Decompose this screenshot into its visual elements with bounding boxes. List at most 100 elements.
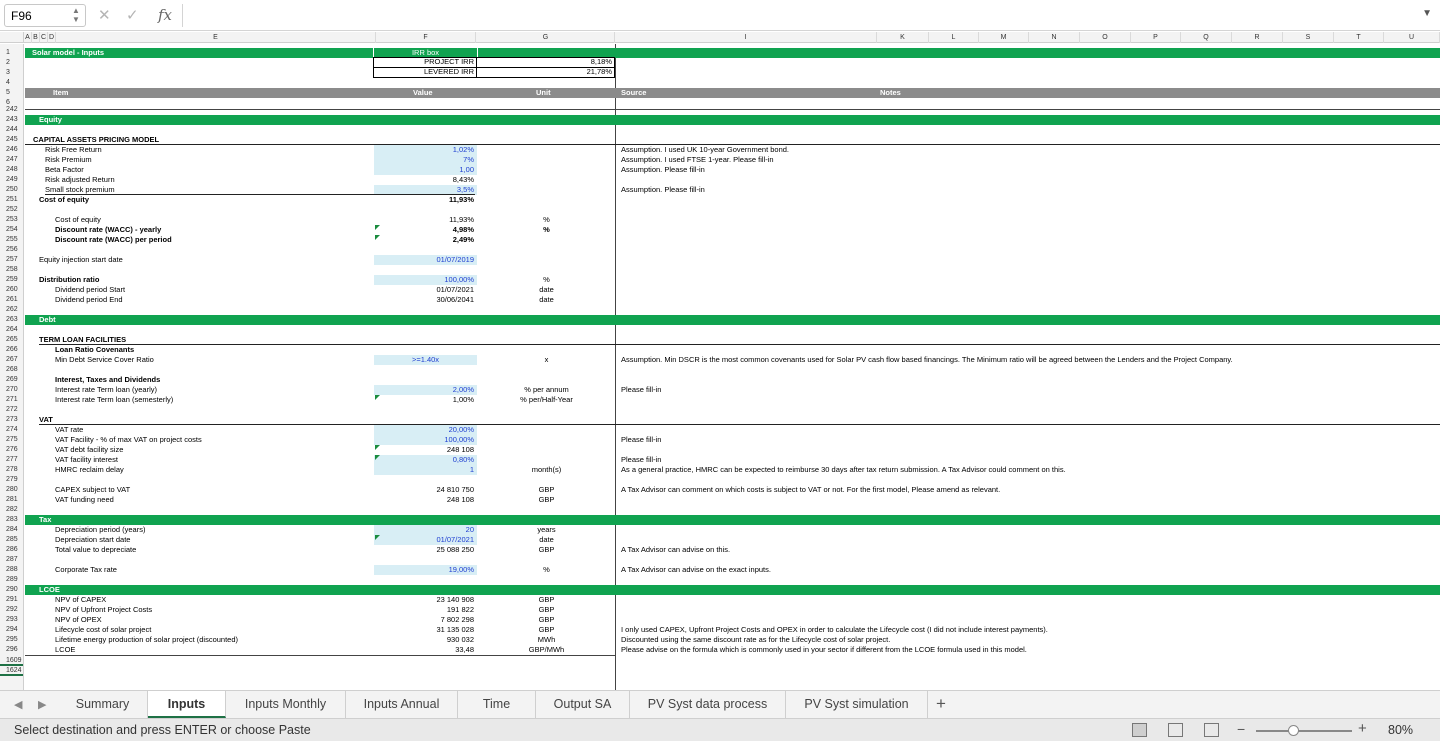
page-break-view-icon[interactable] bbox=[1204, 723, 1219, 737]
confirm-icon[interactable]: ✓ bbox=[126, 6, 139, 24]
formula-input[interactable] bbox=[182, 4, 1422, 27]
column-header-r[interactable]: R bbox=[1232, 32, 1283, 43]
column-header-i[interactable]: I bbox=[615, 32, 877, 43]
row-number[interactable]: 275 bbox=[0, 435, 23, 445]
row-number[interactable]: 1624 bbox=[0, 666, 23, 676]
row-number[interactable]: 268 bbox=[0, 365, 23, 375]
row-number[interactable]: 3 bbox=[0, 68, 23, 78]
lcoe-value[interactable]: 31 135 028 bbox=[374, 625, 474, 635]
column-header-q[interactable]: Q bbox=[1181, 32, 1232, 43]
dist-value[interactable]: 100,00% bbox=[374, 275, 474, 285]
sheet-tab[interactable]: PV Syst data process bbox=[630, 691, 786, 718]
zoom-out-button[interactable]: − bbox=[1237, 721, 1245, 737]
column-header-n[interactable]: N bbox=[1029, 32, 1080, 43]
project-irr-value[interactable]: 8,18% bbox=[478, 57, 612, 67]
row-number[interactable]: 262 bbox=[0, 305, 23, 315]
row-number[interactable]: 296 bbox=[0, 645, 23, 655]
column-header-t[interactable]: T bbox=[1334, 32, 1384, 43]
row-number[interactable]: 2 bbox=[0, 58, 23, 68]
row-number[interactable]: 253 bbox=[0, 215, 23, 225]
name-box-stepper-icon[interactable]: ▲ ▼ bbox=[72, 6, 80, 24]
row-number[interactable]: 260 bbox=[0, 285, 23, 295]
row-number[interactable]: 286 bbox=[0, 545, 23, 555]
row-number[interactable]: 261 bbox=[0, 295, 23, 305]
column-header-c[interactable]: C bbox=[40, 32, 48, 43]
row-number[interactable]: 279 bbox=[0, 475, 23, 485]
levered-irr-value[interactable]: 21,78% bbox=[478, 67, 612, 77]
lcoe-value[interactable]: 23 140 908 bbox=[374, 595, 474, 605]
lcoe-value[interactable]: 191 822 bbox=[374, 605, 474, 615]
dep-period-value[interactable]: 20 bbox=[374, 525, 474, 535]
lcoe-value[interactable]: 930 032 bbox=[374, 635, 474, 645]
row-number[interactable]: 291 bbox=[0, 595, 23, 605]
row-number[interactable]: 276 bbox=[0, 445, 23, 455]
fx-icon[interactable]: fx bbox=[158, 6, 172, 24]
zoom-level[interactable]: 80% bbox=[1388, 723, 1413, 737]
normal-view-icon[interactable] bbox=[1132, 723, 1147, 737]
row-number[interactable]: 273 bbox=[0, 415, 23, 425]
vat-funding-value[interactable]: 248 108 bbox=[374, 495, 474, 505]
row-number[interactable]: 1609 bbox=[0, 656, 23, 666]
dep-total-value[interactable]: 25 088 250 bbox=[374, 545, 474, 555]
column-header-d[interactable]: D bbox=[48, 32, 56, 43]
column-header-b[interactable]: B bbox=[32, 32, 40, 43]
chevron-down-icon[interactable]: ▼ bbox=[1422, 8, 1432, 19]
vat-value[interactable]: 0,80% bbox=[374, 455, 474, 465]
column-header-e[interactable]: E bbox=[56, 32, 376, 43]
sheet-tab[interactable]: Time bbox=[458, 691, 536, 718]
row-number[interactable]: 243 bbox=[0, 115, 23, 125]
column-header-m[interactable]: M bbox=[979, 32, 1029, 43]
row-number[interactable]: 269 bbox=[0, 375, 23, 385]
zoom-slider[interactable] bbox=[1256, 730, 1352, 732]
row-number[interactable]: 4 bbox=[0, 78, 23, 88]
row-number[interactable]: 258 bbox=[0, 265, 23, 275]
column-header-f[interactable]: F bbox=[376, 32, 476, 43]
sheet-tab[interactable]: Summary bbox=[58, 691, 148, 718]
sheet-tab[interactable]: Output SA bbox=[536, 691, 630, 718]
row-number[interactable]: 285 bbox=[0, 535, 23, 545]
vat-value[interactable]: 20,00% bbox=[374, 425, 474, 435]
row-number[interactable]: 247 bbox=[0, 155, 23, 165]
lcoe-value[interactable]: 33,48 bbox=[374, 645, 474, 655]
row-number[interactable]: 290 bbox=[0, 585, 23, 595]
row-number[interactable]: 280 bbox=[0, 485, 23, 495]
rate-yearly-value[interactable]: 2,00% bbox=[374, 385, 474, 395]
capm-value[interactable]: 7% bbox=[374, 155, 474, 165]
row-number[interactable]: 242 bbox=[0, 105, 23, 115]
select-all-corner[interactable] bbox=[0, 32, 24, 43]
row-number[interactable]: 251 bbox=[0, 195, 23, 205]
row-number[interactable]: 249 bbox=[0, 175, 23, 185]
wacc-yearly-value[interactable]: 4,98% bbox=[374, 225, 474, 235]
row-number[interactable]: 270 bbox=[0, 385, 23, 395]
row-number[interactable]: 284 bbox=[0, 525, 23, 535]
column-header-k[interactable]: K bbox=[877, 32, 929, 43]
row-number[interactable]: 254 bbox=[0, 225, 23, 235]
row-number[interactable]: 263 bbox=[0, 315, 23, 325]
row-number[interactable]: 257 bbox=[0, 255, 23, 265]
row-number[interactable]: 295 bbox=[0, 635, 23, 645]
dep-start-value[interactable]: 01/07/2021 bbox=[374, 535, 474, 545]
zoom-in-button[interactable]: + bbox=[1358, 720, 1367, 737]
sheet-tab[interactable]: Inputs Monthly bbox=[226, 691, 346, 718]
sheet-tab[interactable]: Inputs bbox=[148, 691, 226, 718]
column-header-g[interactable]: G bbox=[477, 32, 615, 43]
row-number[interactable]: 293 bbox=[0, 615, 23, 625]
row-number[interactable]: 267 bbox=[0, 355, 23, 365]
row-number[interactable]: 5 bbox=[0, 88, 23, 98]
row-number[interactable]: 244 bbox=[0, 125, 23, 135]
row-number[interactable]: 245 bbox=[0, 135, 23, 145]
zoom-slider-thumb[interactable] bbox=[1288, 725, 1299, 736]
row-number[interactable]: 259 bbox=[0, 275, 23, 285]
column-header-l[interactable]: L bbox=[929, 32, 979, 43]
column-header-a[interactable]: A bbox=[24, 32, 32, 43]
row-number[interactable]: 294 bbox=[0, 625, 23, 635]
corp-tax-value[interactable]: 19,00% bbox=[374, 565, 474, 575]
vat-capex-value[interactable]: 24 810 750 bbox=[374, 485, 474, 495]
vat-value[interactable]: 1 bbox=[374, 465, 474, 475]
vat-value[interactable]: 100,00% bbox=[374, 435, 474, 445]
wacc-period-value[interactable]: 2,49% bbox=[374, 235, 474, 245]
row-number[interactable]: 287 bbox=[0, 555, 23, 565]
capm-value[interactable]: 1,02% bbox=[374, 145, 474, 155]
tab-next-icon[interactable]: ▶ bbox=[38, 698, 46, 711]
cells-area[interactable]: Solar model - Inputs IRR box PROJECT IRR… bbox=[25, 44, 1440, 690]
